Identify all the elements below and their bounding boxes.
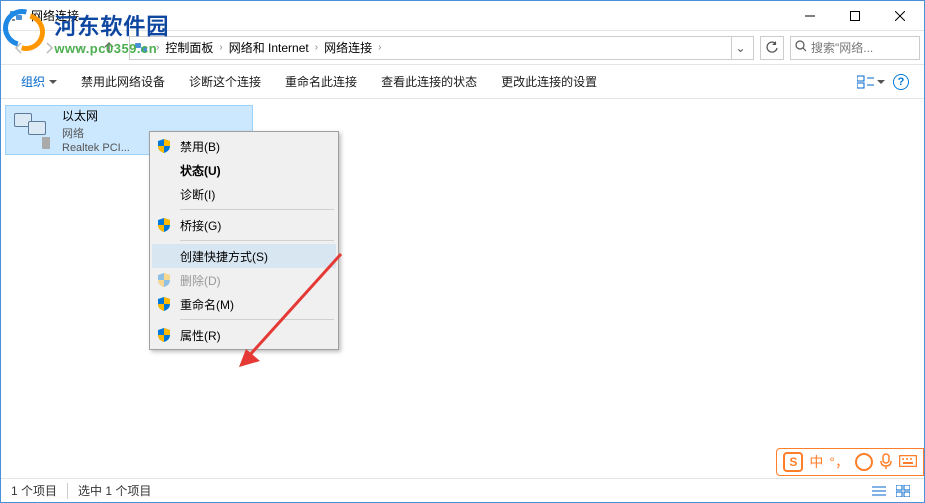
shield-icon <box>156 272 172 288</box>
help-icon: ? <box>893 74 909 90</box>
window-icon <box>9 8 25 24</box>
ime-keyboard-icon[interactable] <box>899 454 917 470</box>
crumb-network-connections[interactable]: 网络连接 <box>320 39 376 56</box>
back-button[interactable] <box>5 35 33 61</box>
ctx-diagnose[interactable]: 诊断(I) <box>152 182 336 206</box>
search-input[interactable]: 搜索"网络... <box>790 36 920 60</box>
shield-icon <box>156 296 172 312</box>
view-large-icons-button[interactable] <box>892 482 914 500</box>
ctx-properties[interactable]: 属性(R) <box>152 323 336 347</box>
minimize-button[interactable] <box>787 1 832 30</box>
ctx-delete[interactable]: 删除(D) <box>152 268 336 292</box>
close-button[interactable] <box>877 1 922 30</box>
adapter-network: 网络 <box>62 125 130 141</box>
cmd-change-settings[interactable]: 更改此连接的设置 <box>489 68 609 96</box>
crumb-network-internet[interactable]: 网络和 Internet <box>225 39 313 56</box>
ctx-status[interactable]: 状态(U) <box>152 158 336 182</box>
status-item-count: 1 个项目 <box>11 482 57 499</box>
ethernet-icon <box>12 111 54 149</box>
breadcrumb-bar[interactable]: › 控制面板 › 网络和 Internet › 网络连接 › ⌄ <box>129 36 754 60</box>
command-bar: 组织 禁用此网络设备 诊断这个连接 重命名此连接 查看此连接的状态 更改此连接的… <box>1 65 924 99</box>
ime-language[interactable]: 中 <box>809 452 823 472</box>
ctx-disable[interactable]: 禁用(B) <box>152 134 336 158</box>
address-dropdown-icon[interactable]: ⌄ <box>731 37 749 59</box>
window-title: 网络连接 <box>31 7 787 24</box>
ime-logo-icon[interactable]: S <box>783 452 803 472</box>
menu-separator <box>180 319 334 320</box>
cmd-disable-device[interactable]: 禁用此网络设备 <box>69 68 177 96</box>
ime-emoji-icon[interactable] <box>855 453 873 471</box>
chevron-right-icon[interactable]: › <box>217 42 224 53</box>
cmd-diagnose[interactable]: 诊断这个连接 <box>177 68 273 96</box>
recent-button[interactable] <box>65 35 93 61</box>
crumb-control-panel[interactable]: 控制面板 <box>161 39 217 56</box>
ime-toolbar[interactable]: S 中 °， <box>776 448 924 476</box>
forward-button[interactable] <box>35 35 63 61</box>
organize-menu[interactable]: 组织 <box>9 68 69 96</box>
status-separator <box>67 483 68 499</box>
status-bar: 1 个项目 选中 1 个项目 <box>1 478 924 502</box>
ctx-bridge[interactable]: 桥接(G) <box>152 213 336 237</box>
search-placeholder: 搜索"网络... <box>811 39 873 56</box>
view-details-button[interactable] <box>868 482 890 500</box>
search-icon <box>795 40 807 55</box>
address-bar: › 控制面板 › 网络和 Internet › 网络连接 › ⌄ 搜索"网络..… <box>1 31 924 65</box>
refresh-button[interactable] <box>760 36 784 60</box>
shield-icon <box>156 327 172 343</box>
shield-icon <box>156 217 172 233</box>
adapter-name: 以太网 <box>62 107 130 124</box>
shield-icon <box>156 138 172 154</box>
adapter-device: Realtek PCI... <box>62 142 130 154</box>
context-menu: 禁用(B) 状态(U) 诊断(I) 桥接(G) 创建快捷方式(S) 删除(D) … <box>149 131 339 350</box>
window-titlebar: 网络连接 <box>1 1 924 31</box>
ctx-rename[interactable]: 重命名(M) <box>152 292 336 316</box>
up-button[interactable] <box>95 35 123 61</box>
cmd-view-status[interactable]: 查看此连接的状态 <box>369 68 489 96</box>
chevron-right-icon[interactable]: › <box>154 42 161 53</box>
help-button[interactable]: ? <box>886 68 916 96</box>
chevron-right-icon[interactable]: › <box>376 42 383 53</box>
maximize-button[interactable] <box>832 1 877 30</box>
cmd-rename[interactable]: 重命名此连接 <box>273 68 369 96</box>
menu-separator <box>180 240 334 241</box>
menu-separator <box>180 209 334 210</box>
ctx-create-shortcut[interactable]: 创建快捷方式(S) <box>152 244 336 268</box>
chevron-right-icon[interactable]: › <box>313 42 320 53</box>
content-area[interactable]: 以太网 网络 Realtek PCI... <box>1 101 924 478</box>
ime-punct-icon[interactable]: °， <box>829 452 849 472</box>
ime-mic-icon[interactable] <box>879 453 893 472</box>
view-options-button[interactable] <box>856 68 886 96</box>
location-icon <box>134 40 150 56</box>
status-selected-count: 选中 1 个项目 <box>78 482 151 499</box>
